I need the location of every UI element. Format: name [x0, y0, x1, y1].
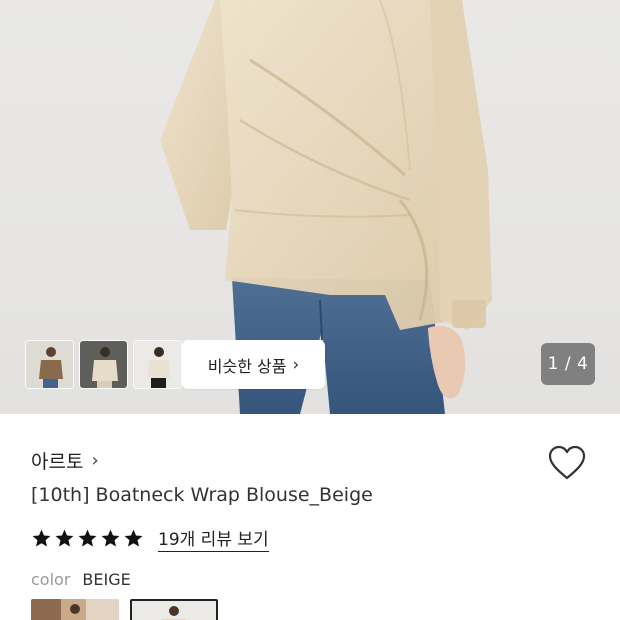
color-swatch-thumbnail-1-icon [31, 599, 119, 620]
thumbnail-3[interactable] [133, 340, 182, 389]
color-swatch-thumbnail-2-icon [132, 601, 216, 620]
color-value: BEIGE [82, 570, 131, 589]
star-rating [31, 528, 144, 549]
similar-products-label: 비슷한 상품 [207, 356, 287, 376]
product-image-gallery[interactable]: 비슷한 상품 › 1 / 4 [0, 0, 620, 414]
model-photo-thumbnail-3-icon [134, 341, 181, 388]
star-icon [78, 529, 97, 547]
color-swatch-option-1[interactable] [31, 599, 119, 620]
color-row: color BEIGE [31, 570, 131, 589]
color-swatches [31, 599, 218, 620]
thumbnail-2[interactable] [79, 340, 128, 389]
rating-row: 19개 리뷰 보기 [31, 525, 269, 552]
model-photo-thumbnail-1-icon [26, 341, 73, 388]
color-swatch-beige-selected[interactable] [130, 599, 218, 620]
star-icon [55, 529, 74, 547]
similar-products-button[interactable]: 비슷한 상품 › [182, 340, 325, 389]
thumbnail-strip [25, 340, 182, 389]
chevron-right-icon: › [292, 354, 300, 375]
star-icon [124, 529, 143, 547]
model-photo-thumbnail-2-icon [80, 341, 127, 388]
image-counter: 1 / 4 [541, 343, 595, 385]
heart-icon[interactable] [548, 445, 586, 481]
color-label: color [31, 570, 71, 589]
chevron-right-icon: › [91, 450, 99, 471]
product-title: [10th] Boatneck Wrap Blouse_Beige [31, 484, 373, 506]
review-link[interactable]: 19개 리뷰 보기 [158, 525, 269, 552]
brand-link[interactable]: 아르토 › [31, 447, 99, 474]
star-icon [101, 529, 120, 547]
star-icon [32, 529, 51, 547]
brand-name: 아르토 [31, 451, 84, 473]
thumbnail-1[interactable] [25, 340, 74, 389]
